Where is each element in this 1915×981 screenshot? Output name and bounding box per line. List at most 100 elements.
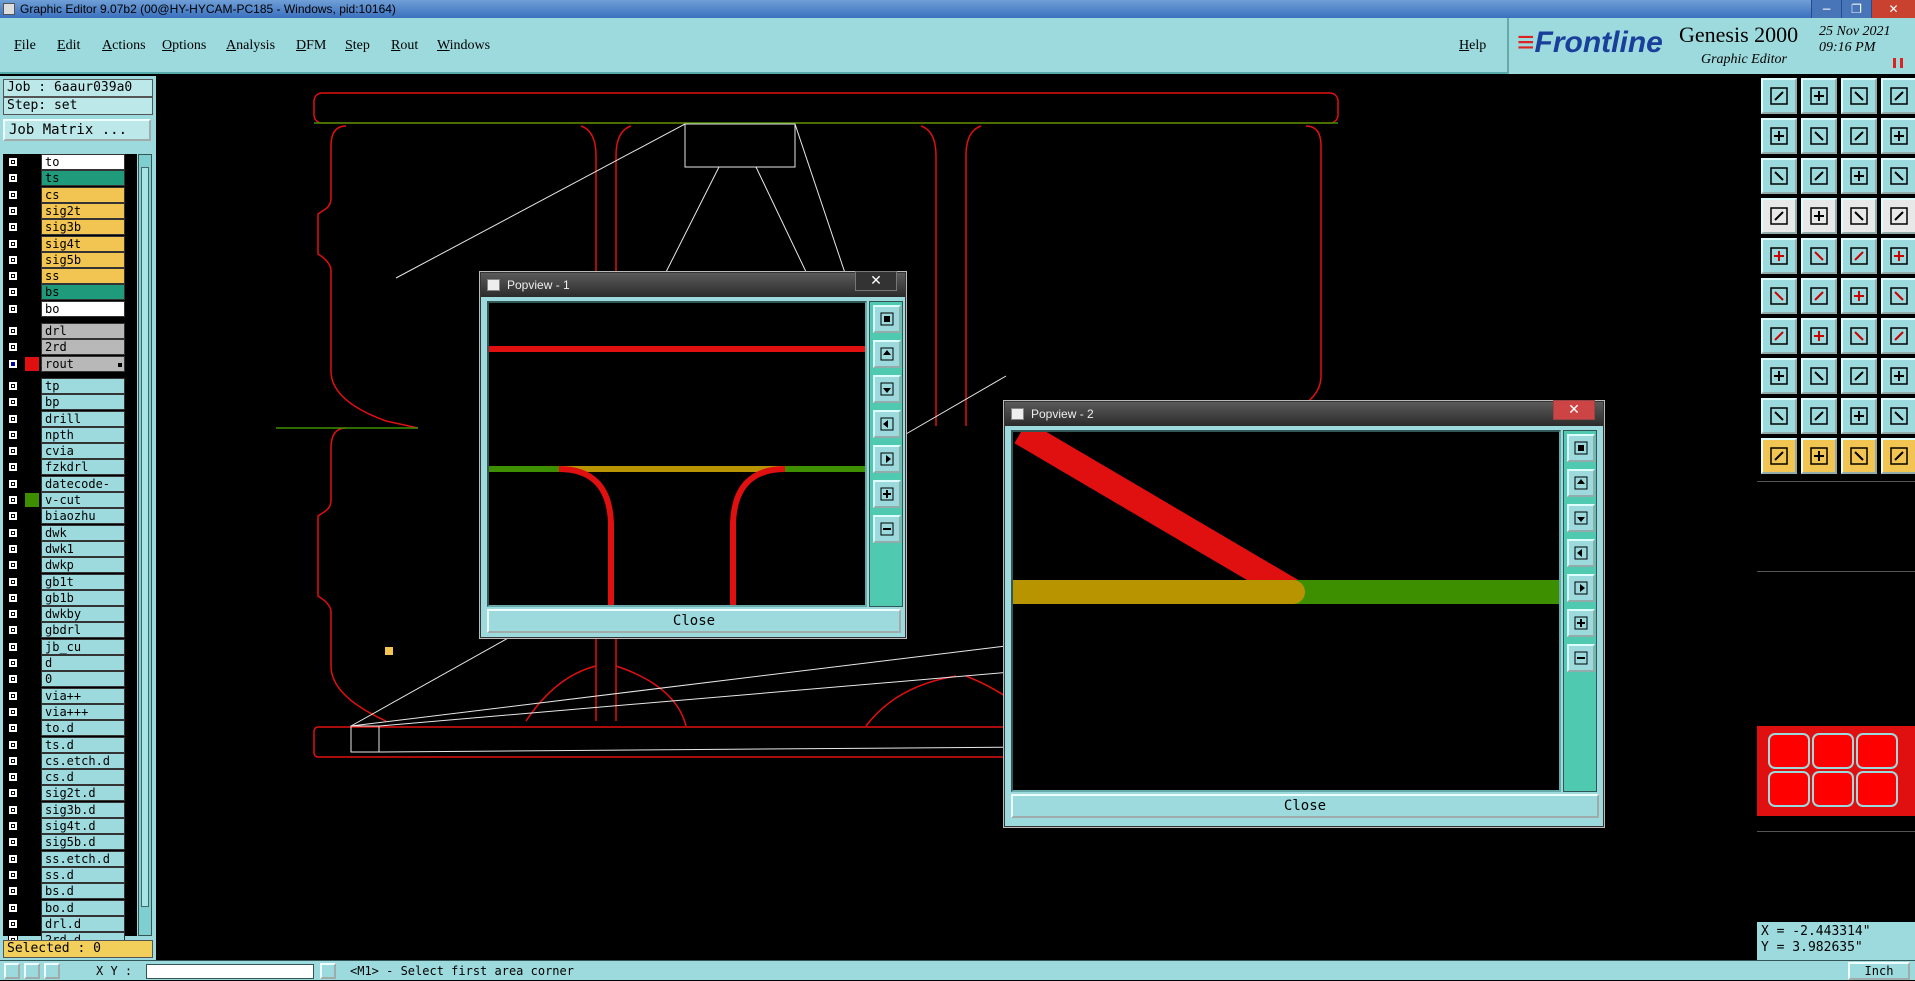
popview-pan-right-button[interactable] [1567,574,1595,602]
check-icon[interactable] [24,963,40,979]
layer-name[interactable]: via+++ [41,703,125,720]
pointer-select-button[interactable] [1801,438,1837,474]
layer-checkbox[interactable] [8,690,18,701]
layer-name[interactable]: cvia [41,443,125,460]
popview-1-view[interactable] [487,301,867,607]
popview-1-titlebar[interactable]: Popview - 1 [481,273,905,297]
layer-name[interactable]: fzkdrl [41,459,125,476]
layer-name[interactable]: ts [41,170,125,187]
triangle-button[interactable] [1761,398,1797,434]
layer-row[interactable]: sig2t.d [3,785,137,802]
pointer-button[interactable] [1761,438,1797,474]
snap-red2-button[interactable] [1881,198,1915,234]
layer-row[interactable]: bs.d [3,883,137,900]
layer-checkbox[interactable] [8,886,18,897]
layer-checkbox[interactable] [8,918,18,929]
popview-zoom-in-button[interactable] [1567,609,1595,637]
layer-name[interactable]: sig4t.d [41,818,125,834]
layer-name[interactable]: ss [41,268,125,285]
snap-red-button[interactable] [1841,198,1877,234]
layer-row[interactable]: gb1b [3,589,137,606]
popview-zoom-in-button[interactable] [873,480,901,508]
popview-pan-left-button[interactable] [1567,539,1595,567]
layer-checkbox[interactable] [8,238,18,249]
layer-name[interactable]: bs [41,284,125,301]
layer-row[interactable]: dwkby [3,606,137,623]
line-node2-button[interactable] [1881,278,1915,314]
layer-checkbox[interactable] [8,397,18,408]
layer-checkbox[interactable] [8,326,18,336]
layer-checkbox[interactable] [8,837,18,848]
layer-checkbox[interactable] [8,271,18,282]
layer-checkbox[interactable] [8,755,18,766]
arc-button[interactable] [1801,238,1837,274]
layer-row[interactable]: sig5b [3,251,137,268]
bridge2-button[interactable] [1881,398,1915,434]
cross-button[interactable] [1801,278,1837,314]
layer-checkbox[interactable] [8,173,18,184]
layer-row[interactable]: sig3b [3,219,137,236]
puzzle-button[interactable] [1881,358,1915,394]
layer-checkbox[interactable] [8,658,18,668]
layer-checkbox[interactable] [8,222,18,233]
layer-checkbox[interactable] [8,358,18,369]
layer-row[interactable]: d [3,655,137,671]
layer-row[interactable]: datecode-to [3,475,137,506]
layer-row[interactable]: fzkdrl [3,459,137,476]
layer-name[interactable]: drl [41,323,125,339]
grid-button[interactable] [1801,198,1837,234]
layer-name[interactable]: to [41,154,125,170]
popview-zoom-out-button[interactable] [873,515,901,543]
menu-dfm[interactable]: DFM [296,38,326,54]
layer-checkbox[interactable] [8,869,18,880]
layer-name[interactable]: v-cut [41,492,125,508]
layer-name[interactable]: ss.etch.d [41,850,125,867]
route-button[interactable] [1881,438,1915,474]
popview-1-close-x[interactable]: ✕ [855,271,897,291]
layer-checkbox[interactable] [8,706,18,717]
slash-button[interactable] [1801,318,1837,354]
popview-2-close-button[interactable]: Close [1011,794,1599,818]
layer-name[interactable]: jb_cu [41,638,125,655]
layer-row[interactable]: v-cut [3,492,137,508]
layer-name[interactable]: sig2t [41,202,125,219]
popview-pan-down-button[interactable] [1567,504,1595,532]
layer-name[interactable]: sig4t [41,235,125,252]
s-button[interactable] [1881,118,1915,154]
home-button[interactable] [1841,78,1877,114]
layer-checkbox[interactable] [8,380,18,391]
zoom-extents-button[interactable] [1761,158,1797,194]
layer-checkbox[interactable] [8,429,18,440]
line-node-button[interactable] [1841,278,1877,314]
layer-checkbox[interactable] [8,446,18,457]
layer-row[interactable]: ss.etch.d [3,850,137,867]
pad-button[interactable] [1761,238,1797,274]
layer-checkbox[interactable] [8,592,18,603]
layer-row[interactable]: gb1t [3,573,137,590]
layer-row[interactable]: tp [3,377,137,394]
layer-row[interactable]: rout [3,355,137,372]
menu-actions[interactable]: Actions [102,38,146,54]
layer-name[interactable]: sig2t.d [41,785,125,802]
layer-name[interactable]: via++ [41,687,125,704]
layer-checkbox[interactable] [8,576,18,587]
layer-name[interactable]: drl.d [41,915,125,932]
layer-checkbox[interactable] [8,853,18,864]
help-button[interactable] [1881,158,1915,194]
popview-pan-left-button[interactable] [873,410,901,438]
layer-name[interactable]: sig3b.d [41,801,125,818]
next-step-button[interactable] [1801,118,1837,154]
layer-row[interactable]: sig4t.d [3,818,137,834]
layer-row[interactable]: cvia [3,443,137,460]
layer-row[interactable]: sig4t [3,235,137,252]
units-button[interactable]: Inch [1848,962,1910,980]
layer-row[interactable]: via+++ [3,703,137,720]
line-edit-button[interactable] [1801,358,1837,394]
layer-row[interactable]: sig5b.d [3,834,137,851]
layer-row[interactable]: jb_cu [3,638,137,655]
menu-step[interactable]: Step [345,38,370,54]
minimize-button[interactable]: − [1811,0,1841,18]
layer-name[interactable]: to.d [41,720,125,737]
layer-checkbox[interactable] [8,342,18,353]
layer-row[interactable]: gbdrl [3,622,137,639]
